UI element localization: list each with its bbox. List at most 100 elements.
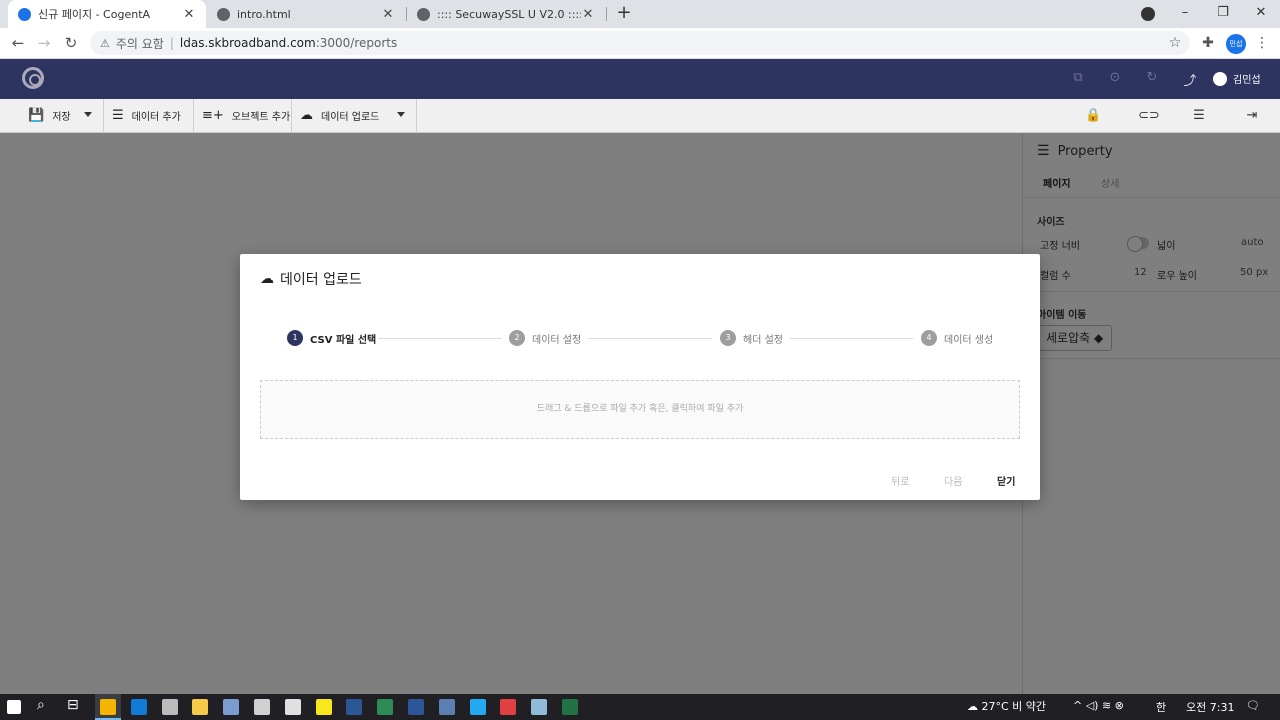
sticky-notes-taskbar-icon[interactable] [315,699,332,715]
explorer-taskbar-icon[interactable] [192,699,209,715]
back-button[interactable]: ← [7,32,29,54]
url-host: ldas.skbroadband.com [179,36,316,50]
step-connector [588,338,712,339]
database-icon[interactable]: ☰ [1191,108,1207,124]
user-menu[interactable]: 김민섭 [1213,71,1261,86]
step-number: 2 [509,330,525,346]
excel-taskbar-icon[interactable] [562,699,578,715]
step-number: 1 [287,330,303,346]
edge-taskbar-icon[interactable] [130,699,147,715]
restore-button[interactable]: ❐ [1204,0,1242,28]
window-close-button[interactable]: ✕ [1242,0,1280,28]
weather-widget[interactable]: ☁ 27°C 비 약간 [967,698,1046,714]
step-label: 헤더 설정 [743,334,783,346]
tab-search-icon[interactable] [1141,7,1155,21]
list-icon: ☰ [112,108,124,123]
app15-taskbar-icon[interactable] [531,699,548,715]
close-icon[interactable]: ✕ [581,7,595,22]
upload-dropdown-caret-icon[interactable] [397,112,405,117]
tray-icons[interactable]: ^ ◁) ≋ ⊗ [1073,699,1124,712]
reload-button[interactable]: ↻ [60,32,82,54]
lock-icon[interactable]: 🔒 [1085,108,1101,124]
app-header: ⧉ ⊙ ↻ ⤴ 김민섭 [0,59,1280,99]
chrome-taskbar-icon[interactable] [100,699,116,715]
playlist-add-icon: ≡+ [202,108,224,123]
app6-taskbar-icon[interactable] [254,699,270,715]
save-button[interactable]: 💾 저장 [28,99,71,132]
tab-title: intro.html [237,7,291,21]
upload-data-button[interactable]: ☁ 데이터 업로드 [300,99,379,132]
step-data-create: 4 데이터 생성 [921,330,993,346]
save-icon: 💾 [28,108,45,123]
dialog-title: ☁ 데이터 업로드 [260,269,362,289]
close-icon[interactable]: ✕ [182,7,196,22]
step-csv-select: 1 CSV 파일 선택 [287,330,376,346]
forward-button[interactable]: → [33,32,55,54]
word-taskbar-icon[interactable] [408,699,424,715]
cogenta-logo[interactable] [22,67,44,89]
step-number: 3 [720,330,736,346]
clock[interactable]: 오전 7:31 [1186,699,1234,715]
ime-indicator[interactable]: 한 [1156,699,1166,715]
tab-title: 신규 페이지 - CogentA [38,8,151,21]
address-separator: | [169,36,174,50]
app-toolbar: 💾 저장 ☰ 데이터 추가 ≡+ 오브젝트 추가 ☁ 데이터 업로드 🔒 ⊂⊃ … [0,99,1280,133]
tab-title: :::: SecuwaySSL U V2.0 :::: [437,7,581,21]
tab-secuway[interactable]: :::: SecuwaySSL U V2.0 :::: ✕ [407,0,605,28]
close-icon[interactable]: ✕ [381,7,395,22]
save-label: 저장 [52,112,71,123]
app5-taskbar-icon[interactable] [223,699,240,715]
app14-taskbar-icon[interactable] [500,699,517,715]
add-object-button[interactable]: ≡+ 오브젝트 추가 [202,99,290,132]
step-number: 4 [921,330,937,346]
next-button[interactable]: 다음 [944,473,962,488]
refresh-icon[interactable]: ↻ [1143,70,1161,88]
task-view-icon[interactable]: ⊟ [67,697,79,713]
step-label: 데이터 생성 [944,334,994,346]
step-connector [378,338,502,339]
dialog-title-text: 데이터 업로드 [280,272,362,288]
file-dropzone[interactable]: 드래그 & 드롭으로 파일 추가 혹은, 클릭하여 파일 추가 [260,380,1020,439]
toolbar-divider [193,99,194,132]
settings-taskbar-icon[interactable] [161,699,178,715]
toolbar-divider [416,99,417,132]
copy-icon[interactable]: ⧉ [1069,70,1087,88]
toolbar-divider [291,99,292,132]
profile-avatar[interactable]: 민섭 [1226,34,1246,54]
add-data-button[interactable]: ☰ 데이터 추가 [112,99,181,132]
back-button[interactable]: 뒤로 [891,473,909,488]
app12-taskbar-icon[interactable] [438,699,455,715]
account-icon [1213,71,1227,86]
bookmark-star-icon[interactable]: ☆ [1166,34,1184,52]
exit-panel-icon[interactable]: ⇥ [1244,108,1260,124]
share-icon[interactable]: ⤴ [1181,70,1199,89]
tab-cogenta[interactable]: 신규 페이지 - CogentA ✕ [8,0,206,28]
app10-taskbar-icon[interactable] [377,699,394,715]
browser-menu-icon[interactable]: ⋮ [1253,34,1271,52]
weather-text: 27°C 비 약간 [981,700,1047,713]
history-icon[interactable]: ⊙ [1106,70,1124,88]
notifications-icon[interactable]: 🗨 [1246,699,1260,712]
new-tab-button[interactable]: + [613,3,635,25]
url-path: :3000/reports [315,36,398,50]
cogenta-favicon-icon [18,7,31,21]
close-button[interactable]: 닫기 [997,473,1015,488]
warning-icon[interactable]: ⚠ [100,37,110,50]
security-label[interactable]: 주의 요함 [116,35,164,52]
extensions-icon[interactable]: ✚ [1199,34,1217,52]
upload-data-label: 데이터 업로드 [321,112,380,123]
minimize-button[interactable]: – [1166,0,1204,28]
app7-taskbar-icon[interactable] [284,699,301,715]
save-dropdown-caret-icon[interactable] [84,112,92,117]
tab-divider [606,7,607,21]
weather-icon: ☁ [967,700,982,713]
windows-start-icon[interactable] [7,700,21,714]
cloud-upload-icon: ☁ [300,108,313,123]
tab-intro[interactable]: intro.html ✕ [207,0,405,28]
address-bar[interactable]: ⚠ 주의 요함 | ldas.skbroadband.com :3000/rep… [90,31,1190,55]
step-data-settings: 2 데이터 설정 [509,330,581,346]
vscode-taskbar-icon[interactable] [469,699,486,715]
link-icon[interactable]: ⊂⊃ [1138,108,1160,124]
search-icon[interactable]: ⌕ [37,697,45,713]
terminal-taskbar-icon[interactable] [346,699,363,715]
